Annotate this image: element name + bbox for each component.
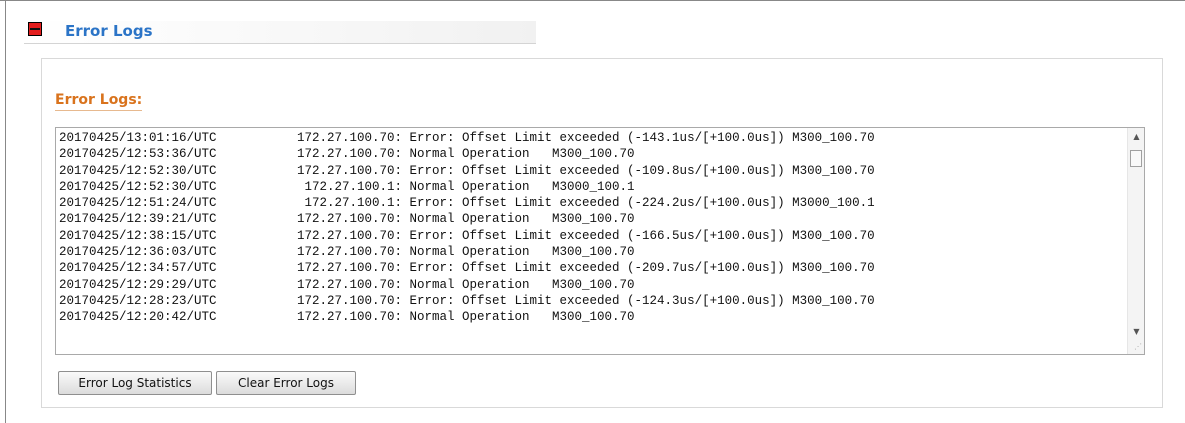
log-line: 20170425/12:52:30/UTC 172.27.100.70: Erro… <box>59 163 1126 179</box>
scroll-up-icon[interactable]: ▲ <box>1128 128 1144 145</box>
log-line: 20170425/12:39:21/UTC 172.27.100.70: Norm… <box>59 211 1126 227</box>
log-timestamp: 20170425/12:28:23/UTC <box>59 293 217 308</box>
log-timestamp: 20170425/12:29:29/UTC <box>59 277 217 292</box>
log-timestamp: 20170425/12:20:42/UTC <box>59 310 217 325</box>
log-line: 20170425/12:51:24/UTC 172.27.100.1: Erro… <box>59 195 1126 211</box>
log-message: 172.27.100.70: Normal Operation M300_100… <box>297 245 635 260</box>
log-message: 172.27.100.70: Error: Offset Limit excee… <box>297 163 875 178</box>
log-line: 20170425/12:38:15/UTC 172.27.100.70: Erro… <box>59 228 1126 244</box>
log-timestamp: 20170425/12:38:15/UTC <box>59 228 217 243</box>
error-logs-section-header: Error Logs <box>24 21 536 44</box>
log-line: 20170425/12:36:03/UTC 172.27.100.70: Norm… <box>59 244 1126 260</box>
log-timestamp: 20170425/12:52:30/UTC <box>59 163 217 178</box>
log-message: 172.27.100.70: Normal Operation M300_100… <box>297 212 635 227</box>
log-scrollbar[interactable]: ▲ ▼ <box>1127 128 1144 354</box>
log-line: 20170425/12:53:36/UTC 172.27.100.70: Norm… <box>59 146 1126 162</box>
log-line: 20170425/12:20:42/UTC 172.27.100.70: Norm… <box>59 309 1126 325</box>
log-timestamp: 20170425/12:34:57/UTC <box>59 261 217 276</box>
log-line: 20170425/12:34:57/UTC 172.27.100.70: Erro… <box>59 260 1126 276</box>
section-title: Error Logs <box>65 22 153 40</box>
log-message: 172.27.100.70: Normal Operation M300_100… <box>297 310 635 325</box>
log-line: 20170425/12:28:23/UTC 172.27.100.70: Erro… <box>59 293 1126 309</box>
log-message: 172.27.100.70: Normal Operation M300_100… <box>297 277 635 292</box>
log-timestamp: 20170425/12:39:21/UTC <box>59 212 217 227</box>
clear-error-logs-button[interactable]: Clear Error Logs <box>216 371 356 395</box>
log-line: 20170425/12:52:30/UTC 172.27.100.1: Norm… <box>59 179 1126 195</box>
log-message: 172.27.100.70: Error: Offset Limit excee… <box>297 131 875 145</box>
log-message: 172.27.100.70: Normal Operation M300_100… <box>297 147 635 162</box>
log-message: 172.27.100.1: Normal Operation M3000_100… <box>297 179 635 194</box>
error-log-textarea[interactable]: 20170425/13:01:16/UTC 172.27.100.70: Erro… <box>55 127 1145 355</box>
log-line: 20170425/12:29:29/UTC 172.27.100.70: Norm… <box>59 277 1126 293</box>
log-lines: 20170425/13:01:16/UTC 172.27.100.70: Erro… <box>59 130 1126 326</box>
log-line: 20170425/13:01:16/UTC 172.27.100.70: Erro… <box>59 130 1126 146</box>
scroll-down-icon[interactable]: ▼ <box>1128 323 1144 340</box>
log-message: 172.27.100.70: Error: Offset Limit excee… <box>297 228 875 243</box>
log-timestamp: 20170425/13:01:16/UTC <box>59 131 217 145</box>
log-message: 172.27.100.70: Error: Offset Limit excee… <box>297 261 875 276</box>
log-timestamp: 20170425/12:52:30/UTC <box>59 179 217 194</box>
error-log-statistics-button[interactable]: Error Log Statistics <box>58 371 212 395</box>
resize-grip-icon[interactable]: ⋰ <box>1132 342 1142 352</box>
log-timestamp: 20170425/12:36:03/UTC <box>59 245 217 260</box>
log-message: 172.27.100.70: Error: Offset Limit excee… <box>297 293 875 308</box>
error-logs-panel: Error Logs: 20170425/13:01:16/UTC 172.27.… <box>41 58 1163 408</box>
window-left-border <box>5 0 6 423</box>
log-timestamp: 20170425/12:53:36/UTC <box>59 147 217 162</box>
collapse-icon[interactable] <box>28 22 42 36</box>
log-message: 172.27.100.1: Error: Offset Limit exceed… <box>297 196 875 211</box>
scroll-thumb[interactable] <box>1130 150 1142 167</box>
log-timestamp: 20170425/12:51:24/UTC <box>59 196 217 211</box>
window-top-border <box>0 0 1185 1</box>
panel-heading: Error Logs: <box>55 92 143 111</box>
